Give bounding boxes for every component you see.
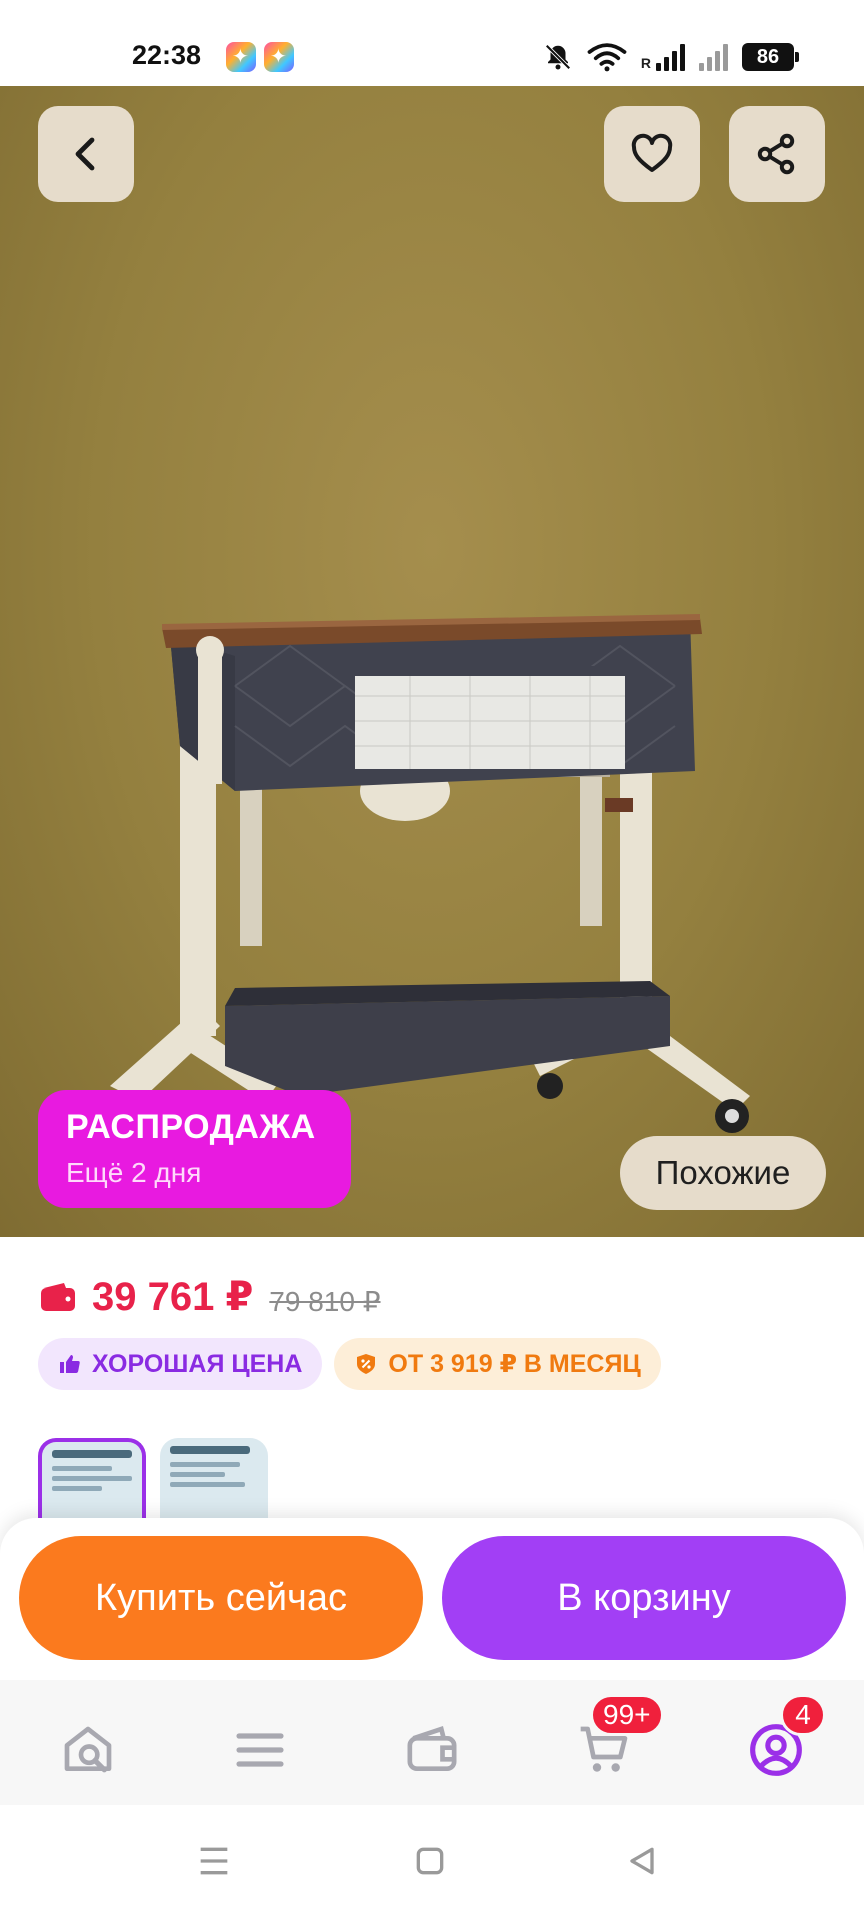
thumbnail-line: [170, 1482, 245, 1487]
chevron-left-icon: [75, 137, 95, 171]
signal-icon: R: [641, 43, 685, 71]
add-to-cart-button[interactable]: В корзину: [442, 1536, 846, 1660]
thumbnail-line: [52, 1466, 112, 1471]
recents-icon: [200, 1847, 228, 1875]
app-star-icon: [226, 42, 256, 72]
share-icon: [757, 133, 795, 175]
good-price-chip[interactable]: ХОРОШАЯ ЦЕНА: [38, 1338, 323, 1390]
old-price: 79 810 ₽: [269, 1285, 381, 1317]
installment-chip[interactable]: ОТ 3 919 ₽ В МЕСЯЦ: [334, 1338, 661, 1390]
sale-countdown: Ещё 2 дня: [66, 1157, 202, 1188]
nav-home-search[interactable]: [60, 1722, 116, 1778]
back-triangle-icon: [630, 1847, 654, 1875]
home-button[interactable]: [410, 1841, 450, 1881]
recents-button[interactable]: [194, 1841, 234, 1881]
status-time: 22:38: [132, 40, 202, 70]
back-button[interactable]: [38, 106, 134, 202]
thumbnail-strip: [38, 1438, 268, 1518]
thumbnail-caption: [170, 1446, 250, 1454]
cart-badge: 99+: [590, 1694, 664, 1736]
thumbs-up-icon: [60, 1355, 80, 1373]
wallet-icon: [41, 1283, 75, 1311]
buy-now-button[interactable]: Купить сейчас: [19, 1536, 423, 1660]
action-panel: Купить сейчас В корзину: [0, 1518, 864, 1680]
status-bar: 22:38 R 86: [0, 0, 864, 86]
system-back-button[interactable]: [622, 1841, 662, 1881]
nav-profile[interactable]: 4: [748, 1694, 826, 1778]
price-row: 39 761 ₽ 79 810 ₽: [40, 1272, 381, 1322]
thumbnail-line: [52, 1486, 102, 1491]
thumbnail[interactable]: [160, 1438, 268, 1518]
home-search-icon: [64, 1726, 112, 1773]
similar-button[interactable]: Похожие: [620, 1136, 826, 1210]
heart-icon: [631, 133, 673, 172]
thumbnail-caption: [52, 1450, 132, 1458]
product-image[interactable]: РАСПРОДАЖА Ещё 2 дня Похожие: [0, 86, 864, 1237]
good-price-label: ХОРОШАЯ ЦЕНА: [92, 1349, 303, 1378]
price-chips: ХОРОШАЯ ЦЕНА ОТ 3 919 ₽ В МЕСЯЦ: [38, 1338, 661, 1390]
current-price: 39 761 ₽: [92, 1275, 254, 1319]
percent-shield-icon: [357, 1354, 376, 1374]
installment-label: ОТ 3 919 ₽ В МЕСЯЦ: [388, 1350, 641, 1378]
share-button[interactable]: [729, 106, 825, 202]
app-star-icon: [264, 42, 294, 72]
signal-label: R: [640, 55, 651, 71]
profile-badge: 4: [780, 1694, 826, 1736]
wallet-icon: [407, 1725, 457, 1771]
system-nav: [0, 1805, 864, 1920]
thumbnail-line: [52, 1476, 132, 1481]
menu-icon: [236, 1733, 284, 1767]
signal-icon: [699, 43, 728, 71]
status-icons: R 86: [543, 40, 799, 74]
thumbnail[interactable]: [38, 1438, 146, 1518]
nav-cart[interactable]: 99+: [576, 1694, 664, 1778]
thumbnail-line: [170, 1472, 225, 1477]
nav-wallet[interactable]: [404, 1722, 460, 1778]
favorite-button[interactable]: [604, 106, 700, 202]
nav-catalog[interactable]: [232, 1722, 288, 1778]
crib-illustration: [110, 614, 750, 1164]
bottom-nav: 99+ 4: [0, 1680, 864, 1805]
sale-badge[interactable]: РАСПРОДАЖА Ещё 2 дня: [38, 1090, 351, 1208]
thumbnail-line: [170, 1462, 240, 1467]
battery-icon: 86: [742, 43, 799, 71]
bell-off-icon: [545, 44, 571, 70]
home-icon: [416, 1847, 444, 1875]
wifi-icon: [587, 43, 627, 72]
sale-title: РАСПРОДАЖА: [66, 1108, 316, 1146]
